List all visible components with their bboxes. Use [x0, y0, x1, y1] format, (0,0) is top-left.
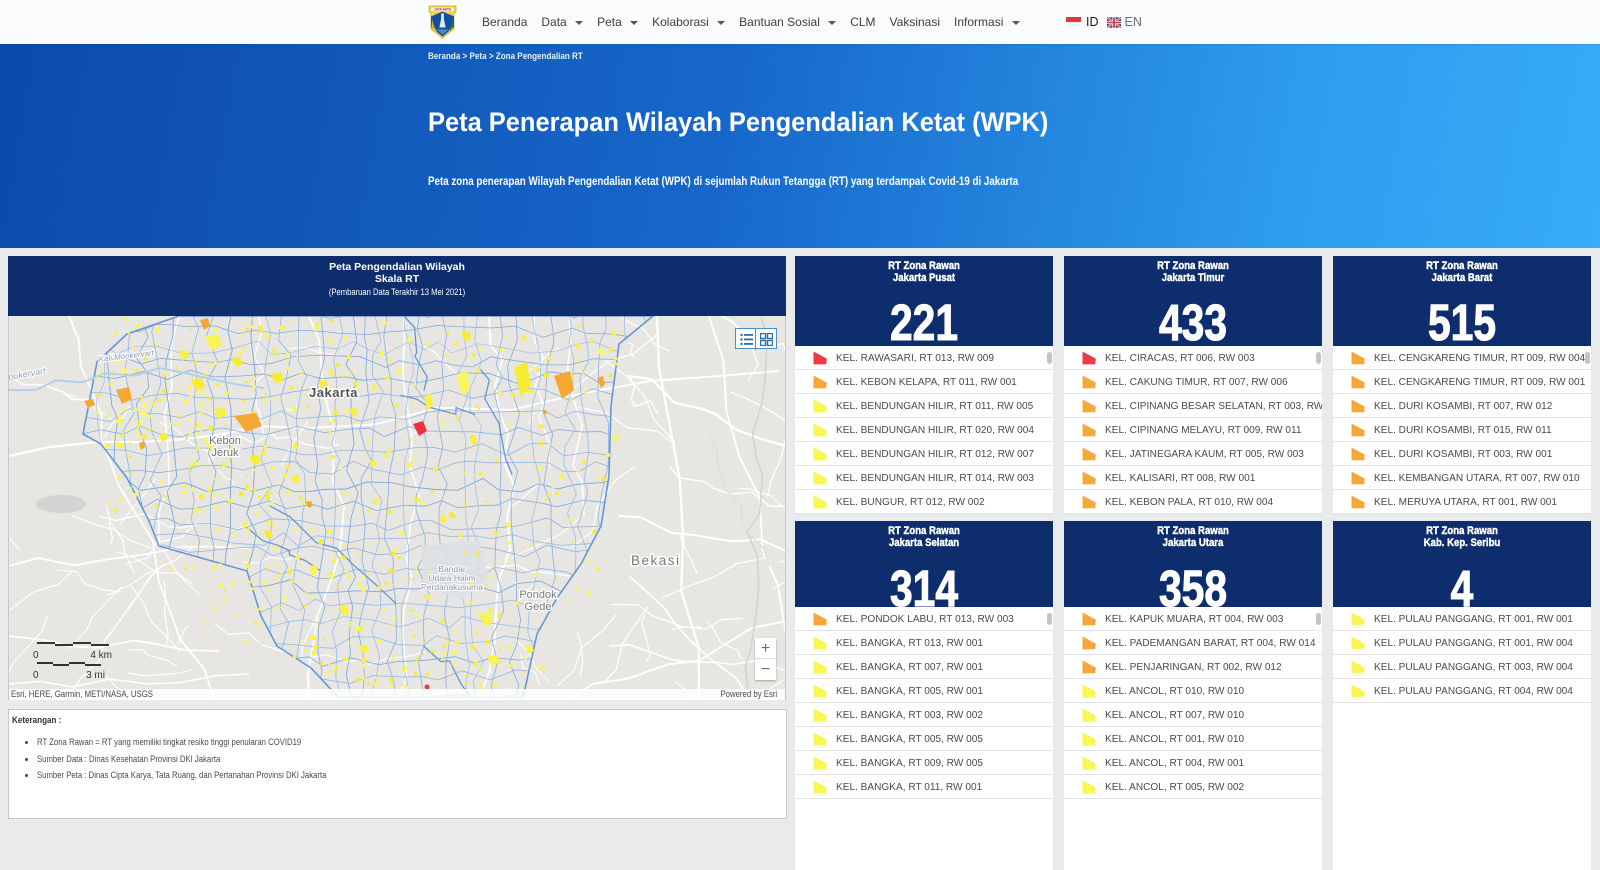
svg-text:3 mi: 3 mi: [86, 670, 105, 681]
svg-text:Jakarta: Jakarta: [309, 385, 358, 400]
svg-text:0: 0: [33, 670, 39, 681]
svg-text:Bekasi: Bekasi: [631, 553, 681, 568]
svg-text:Pondok: Pondok: [519, 589, 557, 601]
svg-text:Kebon: Kebon: [209, 435, 241, 447]
svg-text:JAYA RAYA: JAYA RAYA: [434, 8, 452, 12]
svg-text:Gede: Gede: [525, 601, 552, 613]
svg-text:4 km: 4 km: [90, 650, 112, 661]
svg-text:Jeruk: Jeruk: [212, 447, 239, 459]
svg-text:Perdanakusuma: Perdanakusuma: [421, 582, 483, 592]
svg-text:0: 0: [33, 650, 39, 661]
